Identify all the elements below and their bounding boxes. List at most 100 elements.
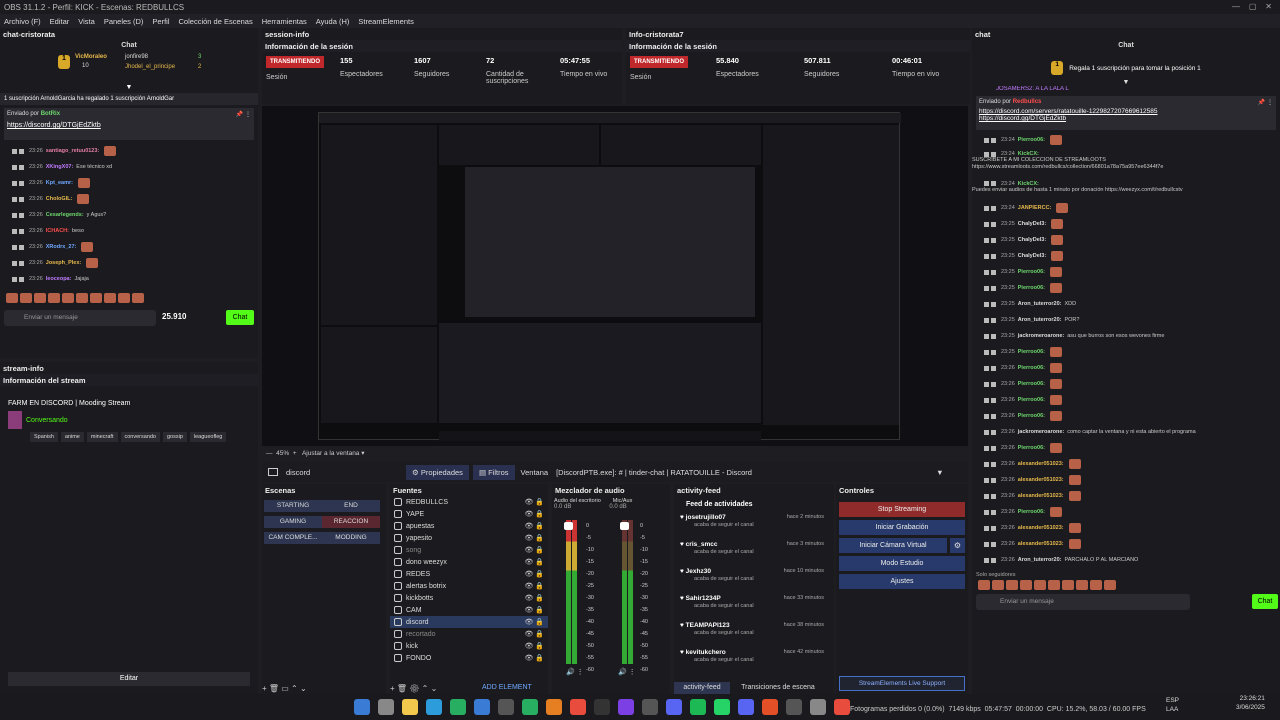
message-user[interactable]: Pierroo06: — [1018, 445, 1045, 451]
visibility-lock-icon[interactable]: 👁 🔒 — [524, 606, 544, 614]
visibility-lock-icon[interactable]: 👁 🔒 — [524, 582, 544, 590]
timeout-icon[interactable] — [991, 151, 996, 157]
message-user[interactable]: ICHACH: — [46, 228, 69, 234]
pin-icon[interactable] — [12, 276, 17, 282]
menu-item[interactable]: StreamElements — [358, 17, 413, 26]
studio-mode-button[interactable]: Modo Estudio — [839, 556, 965, 571]
filters-button[interactable]: ▤ Filtros — [472, 464, 515, 480]
message-user[interactable]: XKingX07: — [46, 164, 74, 170]
pin-icon[interactable] — [984, 365, 989, 371]
streamelements-support-button[interactable]: StreamElements Live Support — [839, 676, 965, 691]
timeout-icon[interactable] — [19, 212, 24, 218]
source-item[interactable]: YAPE 👁 🔒 — [390, 508, 548, 520]
pin-icon[interactable]: 📌 ⋮ — [1258, 99, 1273, 106]
menu-item[interactable]: Paneles (D) — [104, 17, 144, 26]
pinned-link-1[interactable]: https://discord.com/servers/ratatouille-… — [979, 108, 1273, 115]
pin-icon[interactable] — [984, 445, 989, 451]
visibility-lock-icon[interactable]: 👁 🔒 — [524, 498, 544, 506]
message-user[interactable]: jackromeroarone: — [1018, 333, 1064, 339]
pin-icon[interactable] — [984, 285, 989, 291]
message-user[interactable]: Pierroo06: — [1018, 137, 1045, 143]
source-item[interactable]: kick 👁 🔒 — [390, 640, 548, 652]
timeout-icon[interactable] — [991, 461, 996, 467]
pin-icon[interactable]: 📌 ⋮ — [236, 111, 251, 118]
taskbar-app-icon[interactable] — [522, 699, 538, 715]
message-user[interactable]: Kpt_eamr: — [46, 180, 73, 186]
pin-icon[interactable] — [984, 301, 989, 307]
taskbar-app-icon[interactable] — [642, 699, 658, 715]
tab-activity-feed[interactable]: activity-feed — [674, 682, 730, 694]
message-user[interactable]: Aron_tuterror20: — [1018, 301, 1062, 307]
message-user[interactable]: leoceopa: — [46, 276, 72, 282]
message-user[interactable]: alexander051023: — [1018, 461, 1064, 467]
feed-item[interactable]: ♥ kevitukchero hace 42 minutos acaba de se… — [674, 649, 834, 676]
timeout-icon[interactable] — [991, 509, 996, 515]
visibility-lock-icon[interactable]: 👁 🔒 — [524, 522, 544, 530]
message-user[interactable]: Joseph_Plex: — [46, 260, 81, 266]
chat-left-send-button[interactable]: Chat — [226, 310, 254, 325]
settings-button[interactable]: Ajustes — [839, 574, 965, 589]
timeout-icon[interactable] — [991, 205, 996, 211]
channel1-fader[interactable] — [564, 522, 573, 530]
message-user[interactable]: Cesarlegends: — [46, 212, 84, 218]
clock[interactable]: 23:26:21 3/06/2025 — [1236, 694, 1265, 712]
chevron-down-icon[interactable]: ▼ — [0, 84, 258, 91]
pin-icon[interactable] — [12, 148, 17, 154]
properties-button[interactable]: ⚙ Propiedades — [406, 464, 469, 480]
taskbar-app-icon[interactable] — [810, 699, 826, 715]
taskbar-app-icon[interactable] — [690, 699, 706, 715]
pinned-link[interactable]: https://discord.gg/DTGjEdZktb — [7, 122, 251, 129]
window-select[interactable]: [DiscordPTB.exe]: # | tinder-chat | RATA… — [556, 468, 936, 477]
channel2-fader[interactable] — [620, 522, 629, 530]
source-item[interactable]: REDES 👁 🔒 — [390, 568, 548, 580]
zoom-level[interactable]: 45% — [276, 450, 289, 457]
scene-item[interactable]: END — [322, 500, 380, 512]
pin-icon[interactable] — [12, 164, 17, 170]
scene-item[interactable]: CAM COMPLE... — [264, 532, 322, 544]
timeout-icon[interactable] — [19, 148, 24, 154]
start-virtual-camera-button[interactable]: Iniciar Cámara Virtual — [839, 538, 947, 553]
pin-icon[interactable] — [984, 429, 989, 435]
taskbar-app-icon[interactable] — [570, 699, 586, 715]
timeout-icon[interactable] — [991, 285, 996, 291]
pin-icon[interactable] — [984, 317, 989, 323]
timeout-icon[interactable] — [991, 221, 996, 227]
pin-icon[interactable] — [984, 181, 989, 186]
scene-item[interactable]: MODDING — [322, 532, 380, 544]
pin-icon[interactable] — [12, 260, 17, 266]
preview-canvas[interactable] — [318, 112, 901, 441]
pin-icon[interactable] — [12, 180, 17, 186]
timeout-icon[interactable] — [991, 317, 996, 323]
visibility-lock-icon[interactable]: 👁 🔒 — [524, 654, 544, 662]
pin-icon[interactable] — [984, 205, 989, 211]
message-user[interactable]: santiago_retuu0123: — [46, 148, 100, 154]
message-user[interactable]: ChalyDel3: — [1018, 237, 1046, 243]
taskbar-apps[interactable] — [350, 699, 854, 715]
message-user[interactable]: ChalyDel3: — [1018, 253, 1046, 259]
message-user[interactable]: Aron_tuterror20: — [1018, 317, 1062, 323]
taskbar-app-icon[interactable] — [834, 699, 850, 715]
timeout-icon[interactable] — [991, 445, 996, 451]
pin-icon[interactable] — [984, 413, 989, 419]
menu-item[interactable]: Ayuda (H) — [316, 17, 350, 26]
taskbar-app-icon[interactable] — [738, 699, 754, 715]
gear-icon[interactable]: ⚙ — [950, 538, 965, 553]
source-item[interactable]: song 👁 🔒 — [390, 544, 548, 556]
pin-icon[interactable] — [984, 509, 989, 515]
timeout-icon[interactable] — [991, 413, 996, 419]
menu-item[interactable]: Editar — [50, 17, 70, 26]
chevron-down-icon[interactable]: ▼ — [936, 468, 943, 477]
message-user[interactable]: JANPIERCC: — [1018, 205, 1052, 211]
timeout-icon[interactable] — [991, 397, 996, 403]
message-user[interactable]: Aron_tuterror20: — [1018, 557, 1062, 563]
taskbar-app-icon[interactable] — [618, 699, 634, 715]
message-user[interactable]: jackromeroarone: — [1018, 429, 1064, 435]
source-item[interactable]: CAM 👁 🔒 — [390, 604, 548, 616]
message-user[interactable]: Pierroo06: — [1018, 413, 1045, 419]
taskbar-app-icon[interactable] — [426, 699, 442, 715]
visibility-lock-icon[interactable]: 👁 🔒 — [524, 570, 544, 578]
fit-mode[interactable]: Ajustar a la ventana — [302, 450, 359, 457]
start-recording-button[interactable]: Iniciar Grabación — [839, 520, 965, 535]
timeout-icon[interactable] — [991, 269, 996, 275]
timeout-icon[interactable] — [991, 429, 996, 435]
